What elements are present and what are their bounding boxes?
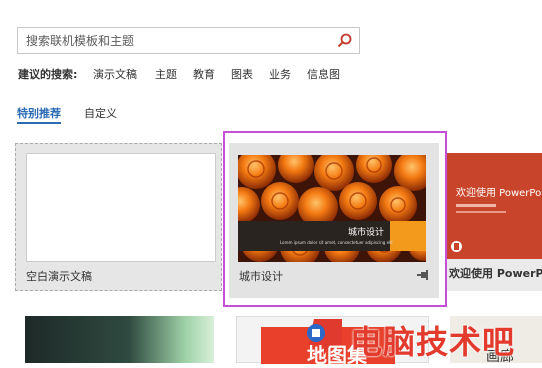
- template-welcome-powerpoint[interactable]: 欢迎使用 PowerPo 欢迎使用 PowerPoint: [447, 153, 542, 291]
- roses-image: [238, 155, 426, 262]
- thumbnail-title: 画廊: [486, 349, 514, 365]
- thumbnail-title: 欢迎使用 PowerPo: [456, 188, 542, 199]
- thumbnail-title: 地图集: [307, 343, 367, 367]
- search-icon[interactable]: [336, 32, 354, 50]
- template-row2-atlas[interactable]: 地图集: [236, 316, 429, 367]
- template-blank-presentation[interactable]: 空白演示文稿: [15, 143, 222, 291]
- template-name: 空白演示文稿: [26, 270, 92, 283]
- template-city-design[interactable]: 城市设计 Lorem ipsum dolor sit amet, consect…: [223, 131, 447, 307]
- suggested-search-business[interactable]: 业务: [269, 66, 291, 82]
- suggested-search-chart[interactable]: 图表: [231, 66, 253, 82]
- suggested-search-education[interactable]: 教育: [193, 66, 215, 82]
- template-row2-dark[interactable]: [25, 316, 214, 363]
- suggested-search-theme[interactable]: 主题: [155, 66, 177, 82]
- suggested-search-presentation[interactable]: 演示文稿: [93, 66, 137, 82]
- tab-featured[interactable]: 特别推荐: [17, 105, 61, 124]
- pin-icon[interactable]: [417, 270, 429, 280]
- thumbnail-line: [456, 204, 496, 207]
- template-name: 欢迎使用 PowerPoint: [449, 267, 542, 280]
- search-box[interactable]: [17, 27, 360, 54]
- search-input[interactable]: [18, 28, 336, 53]
- template-thumbnail: 地图集: [261, 327, 395, 367]
- powerpoint-logo-icon: [451, 241, 462, 252]
- thumbnail-line: [456, 211, 506, 213]
- template-thumbnail: [26, 153, 216, 262]
- suggested-searches-label: 建议的搜索:: [18, 68, 78, 81]
- template-thumbnail: 城市设计 Lorem ipsum dolor sit amet, consect…: [238, 155, 426, 262]
- template-thumbnail: 欢迎使用 PowerPo: [447, 153, 542, 259]
- tab-custom[interactable]: 自定义: [84, 105, 117, 121]
- template-tile: 城市设计 Lorem ipsum dolor sit amet, consect…: [229, 143, 439, 298]
- suggested-search-infographic[interactable]: 信息图: [307, 66, 340, 82]
- thumbnail-subtitle: Lorem ipsum dolor sit amet, consectetuer…: [280, 240, 393, 245]
- template-name: 城市设计: [239, 270, 283, 283]
- template-row2-gallery[interactable]: 画廊: [450, 316, 542, 365]
- thumbnail-title: 城市设计: [347, 228, 384, 238]
